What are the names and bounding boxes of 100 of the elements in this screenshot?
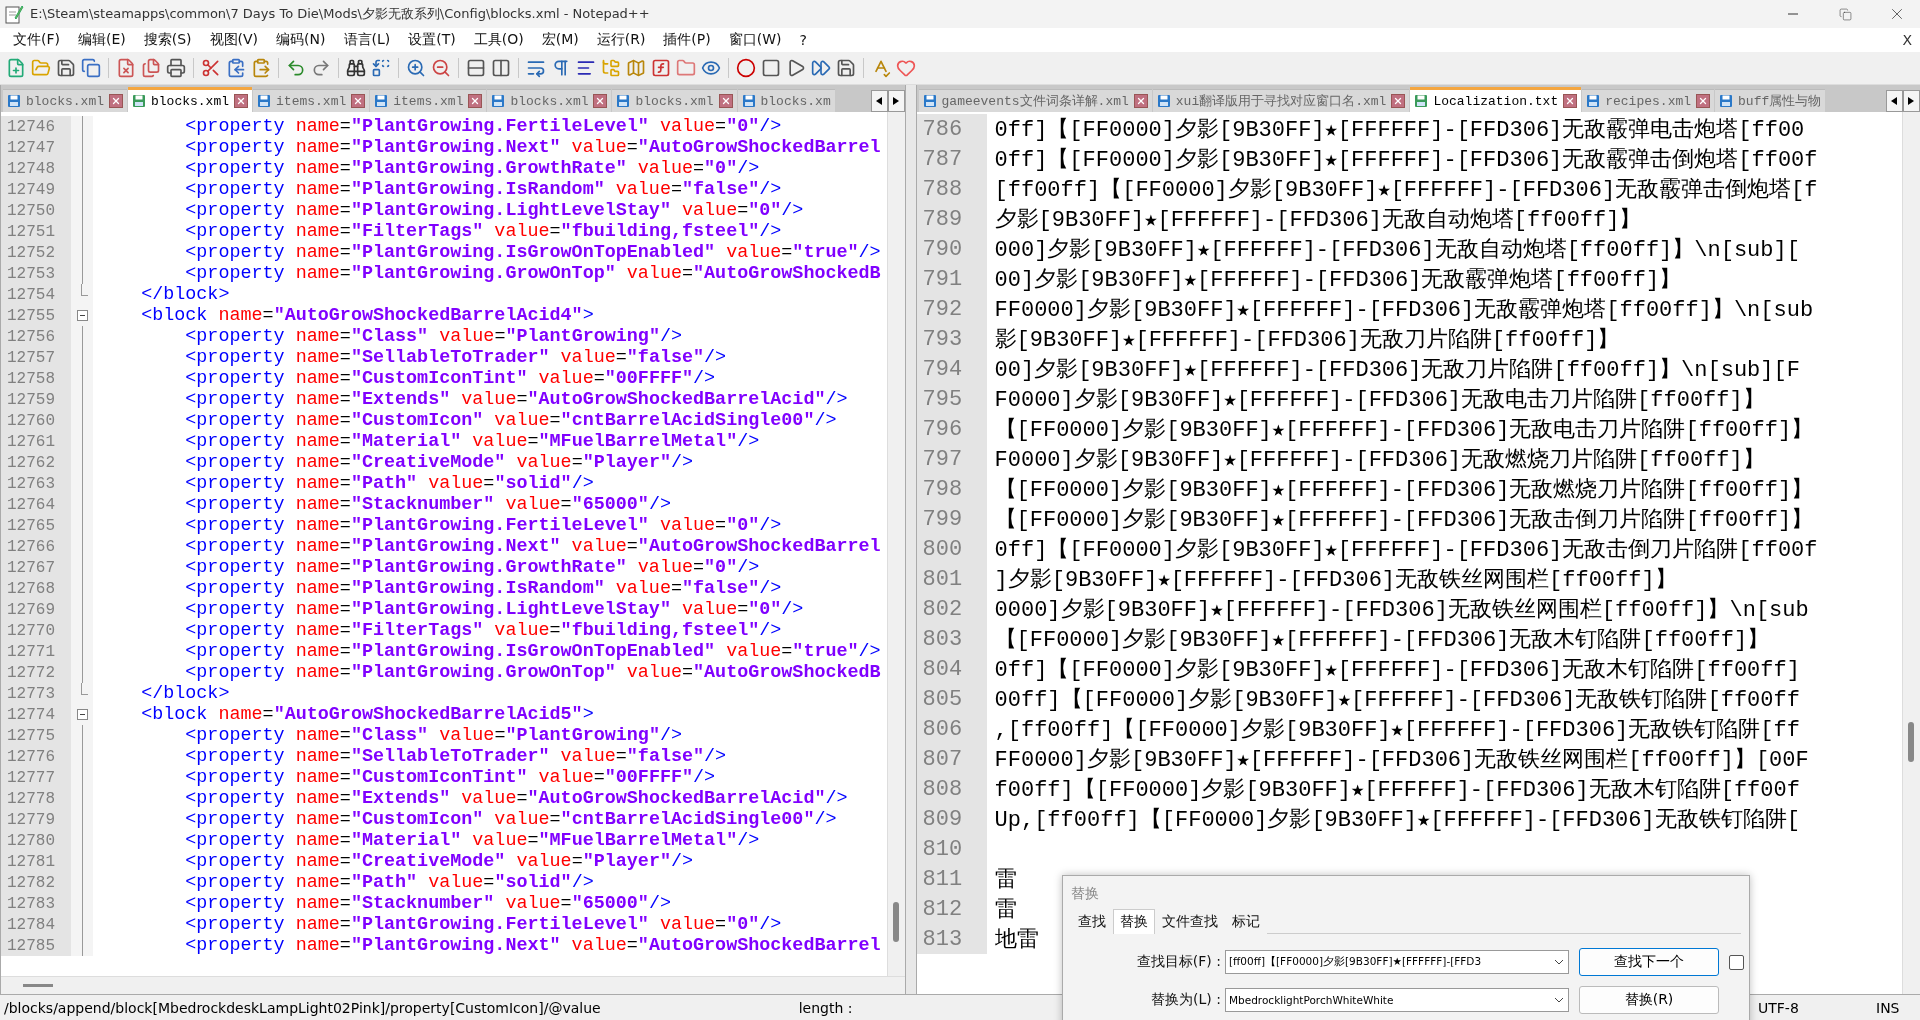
scroll-left-icon[interactable] <box>870 90 888 112</box>
close-icon[interactable] <box>109 94 123 108</box>
redo-icon[interactable] <box>311 58 331 78</box>
play-icon[interactable] <box>786 58 806 78</box>
pilcrow-icon[interactable] <box>551 58 571 78</box>
menu-item[interactable]: 设置(T) <box>399 31 465 49</box>
dropdown-icon[interactable] <box>1554 959 1564 965</box>
line-number: 12750 <box>1 200 71 221</box>
file-tab[interactable]: Localization.txt <box>1410 87 1582 112</box>
checkbox[interactable] <box>1729 954 1744 970</box>
code-line: <property name="Stacknumber" value="65000"/> <box>184 893 671 914</box>
record-icon[interactable] <box>736 58 756 78</box>
scissors-icon[interactable] <box>201 58 221 78</box>
file-tab[interactable]: blocks.xml <box>487 89 612 112</box>
text-line: FF0000]夕影[9B30FF]★[FFFFFF]-[FFD306]无敌铁丝网围栏[ff00ff]】[00F <box>993 746 1809 774</box>
fold-toggle[interactable] <box>76 310 88 321</box>
menu-item[interactable]: 宏(M) <box>532 31 588 49</box>
close-icon[interactable] <box>1133 94 1148 108</box>
function-icon[interactable] <box>651 58 671 78</box>
close-icon[interactable] <box>234 94 249 108</box>
paste-icon[interactable] <box>251 58 271 78</box>
menu-item[interactable]: 文件(F) <box>4 31 69 49</box>
text-line: 00]夕影[9B30FF]★[FFFFFF]-[FFD306]无敌刀片陷阱[ff00ff]】\n[sub][F <box>993 356 1800 384</box>
replace-icon[interactable] <box>371 58 391 78</box>
zoom-in-icon[interactable] <box>406 58 426 78</box>
line-number: 789 <box>916 204 987 234</box>
map-icon[interactable] <box>626 58 646 78</box>
new-file-icon[interactable] <box>6 58 26 78</box>
close-icon[interactable] <box>1391 94 1406 108</box>
save-icon <box>741 94 756 108</box>
zoom-out-icon[interactable] <box>431 58 451 78</box>
file-tab[interactable]: items.xml <box>370 89 487 112</box>
line-number: 12757 <box>1 347 71 368</box>
file-tab[interactable]: items.xml <box>253 89 370 112</box>
dialog-button[interactable]: 替换(R) <box>1579 986 1719 1014</box>
line-number: 793 <box>916 324 987 354</box>
code-line: <property name="PlantGrowing.Next" value="AutoGrowShockedBarrel <box>184 137 881 158</box>
printer-icon[interactable] <box>166 58 186 78</box>
close-icon[interactable] <box>1563 94 1578 108</box>
scroll-left-icon[interactable] <box>1886 90 1903 112</box>
scrollbar[interactable] <box>1902 112 1920 994</box>
undo-icon[interactable] <box>286 58 306 78</box>
eye-icon[interactable] <box>701 58 721 78</box>
line-number: 811 <box>916 864 987 894</box>
horizontal-scrollbar[interactable] <box>1 976 905 994</box>
text-line: ,[ff00ff]【[FF0000]夕影[9B30FF]★[FFFFFF]-[FFD306]无敌铁钉陷阱[ff <box>993 716 1800 744</box>
line-number: 794 <box>916 354 987 384</box>
file-tab[interactable]: blocks.xml <box>612 89 737 112</box>
file-tab[interactable]: buff属性与物 <box>1715 89 1826 112</box>
folder-icon[interactable] <box>676 58 696 78</box>
menu-item[interactable]: 编辑(E) <box>69 31 135 49</box>
file-tab[interactable]: recipes.xml <box>1582 89 1715 112</box>
menu-item[interactable]: 编码(N) <box>267 31 335 49</box>
dialog-button[interactable]: 查找下一个 <box>1579 948 1719 976</box>
file-tab[interactable]: xui翻译版用于寻找对应窗口名.xml <box>1152 89 1410 112</box>
dialog-tab[interactable]: 替换 <box>1113 909 1155 934</box>
line-number: 12775 <box>1 725 71 746</box>
line-number: 12780 <box>1 830 71 851</box>
menu-item[interactable]: 窗口(W) <box>719 31 791 49</box>
menu-item[interactable]: 插件(P) <box>654 31 720 49</box>
combo-field[interactable]: MbedrocklightPorchWhiteWhite <box>1225 988 1569 1012</box>
fold-toggle[interactable] <box>76 709 88 720</box>
close-document-button[interactable]: X <box>1902 32 1912 48</box>
save-icon <box>257 94 272 108</box>
stop-icon[interactable] <box>761 58 781 78</box>
heart-icon[interactable] <box>896 58 916 78</box>
file-tab[interactable]: blocks.xml <box>128 87 253 112</box>
menu-item[interactable]: 视图(V) <box>200 31 268 49</box>
copy-icon[interactable] <box>226 58 246 78</box>
text-line: 000]夕影[9B30FF]★[FFFFFF]-[FFD306]无敌自动炮塔[ff00ff]】\n[sub][ <box>993 236 1800 264</box>
menu-item[interactable]: 搜索(S) <box>134 31 201 49</box>
save-icon[interactable] <box>56 58 76 78</box>
dropdown-icon[interactable] <box>1554 997 1564 1003</box>
binoculars-icon[interactable] <box>346 58 366 78</box>
file-tab[interactable]: gameevents文件词条详解.xml <box>918 89 1152 112</box>
close-icon[interactable] <box>593 94 608 108</box>
scrollbar[interactable] <box>886 112 905 976</box>
close-icon[interactable] <box>718 94 733 108</box>
close-file-icon[interactable] <box>116 58 136 78</box>
line-number: 12782 <box>1 872 71 893</box>
close-icon[interactable] <box>468 94 483 108</box>
line-number: 798 <box>916 474 987 504</box>
file-tab[interactable]: blocks.xml <box>3 89 127 112</box>
file-tab[interactable]: blocks.xm <box>737 89 835 112</box>
wrap-icon[interactable] <box>526 58 546 78</box>
line-number: 12746 <box>1 116 71 137</box>
menu-item[interactable]: 工具(O) <box>464 31 533 49</box>
close-icon[interactable] <box>351 94 366 108</box>
fast-forward-icon[interactable] <box>811 58 831 78</box>
menu-item[interactable]: 语言(L) <box>334 31 400 49</box>
close-icon[interactable] <box>1696 94 1711 108</box>
combo-field[interactable]: [ff00ff]【[FF0000]夕影[9B30FF]★[FFFFFF]-[FFD3 <box>1225 950 1569 974</box>
menu-item[interactable]: 运行(R) <box>587 31 655 49</box>
minus-icon <box>79 315 85 316</box>
menu-item[interactable]: ? <box>790 32 816 48</box>
line-number: 12763 <box>1 473 71 494</box>
code-line: <property name="SellableToTrader" value="false"/> <box>184 746 727 767</box>
line-number: 813 <box>916 924 987 954</box>
save-macro-icon[interactable] <box>836 58 856 78</box>
status-path: /blocks/append/block[MbedrockdeskLampLight02Pink]/property[CustomIcon]/@value <box>3 999 602 1016</box>
